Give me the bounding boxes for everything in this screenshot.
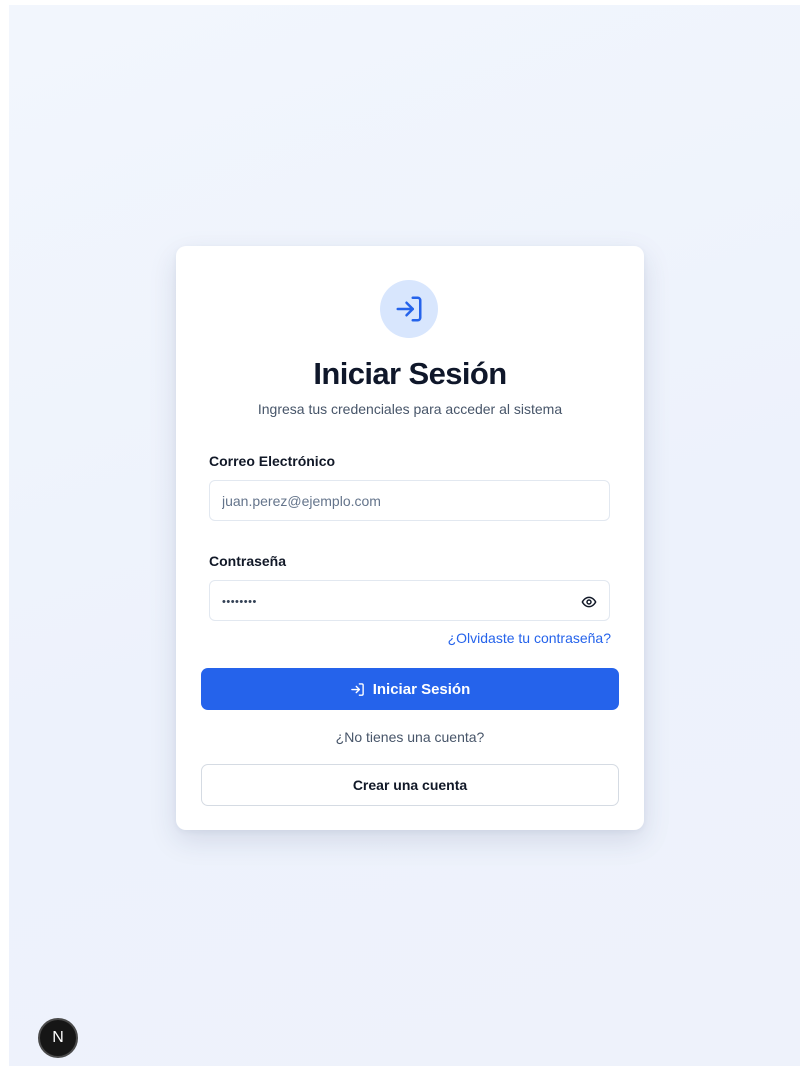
nextjs-badge-letter: N (52, 1029, 64, 1046)
password-input[interactable] (209, 580, 610, 621)
page-title: Iniciar Sesión (313, 356, 507, 391)
password-label: Contraseña (209, 553, 287, 569)
create-account-button[interactable]: Crear una cuenta (201, 764, 619, 806)
login-card: Iniciar Sesión Ingresa tus credenciales … (176, 246, 644, 830)
login-button-label: Iniciar Sesión (372, 680, 471, 698)
email-input[interactable] (209, 480, 610, 521)
email-label: Correo Electrónico (209, 453, 336, 469)
page-subtitle: Ingresa tus credenciales para acceder al… (257, 401, 563, 417)
login-icon (380, 280, 438, 338)
login-button[interactable]: Iniciar Sesión (201, 668, 619, 710)
password-value: •••••••• (222, 596, 257, 608)
page-background: Iniciar Sesión Ingresa tus credenciales … (9, 5, 800, 1066)
no-account-text: ¿No tienes una cuenta? (335, 729, 485, 745)
nextjs-badge[interactable]: N (38, 1018, 78, 1058)
forgot-password-link[interactable]: ¿Olvidaste tu contraseña? (448, 630, 611, 646)
eye-icon[interactable] (580, 593, 598, 611)
login-icon (350, 682, 365, 697)
